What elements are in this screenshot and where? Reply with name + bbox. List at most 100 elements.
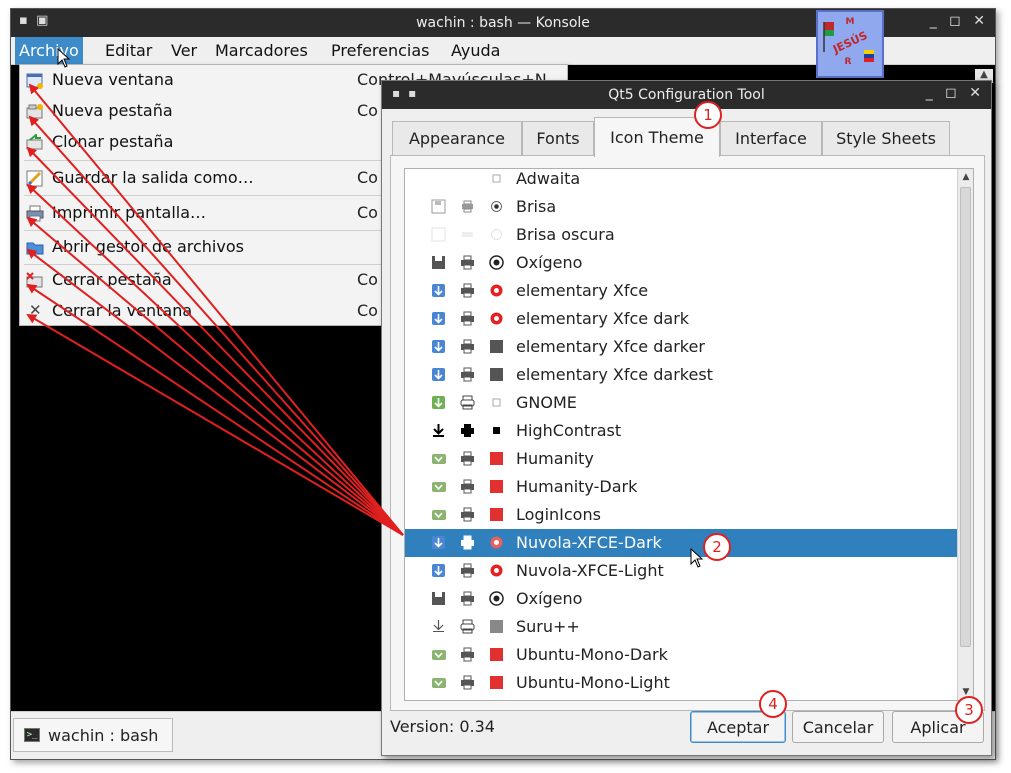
theme-preview-radio-icon	[490, 368, 503, 381]
theme-preview-radio-icon	[490, 508, 503, 521]
mouse-cursor	[57, 48, 71, 68]
annotation-badge-2: 2	[703, 533, 731, 561]
theme-row[interactable]: Oxígeno	[405, 585, 957, 613]
theme-row[interactable]: Brisa oscura	[405, 221, 957, 249]
theme-row[interactable]: elementary Xfce darker	[405, 333, 957, 361]
theme-row[interactable]: Suru++	[405, 613, 957, 641]
theme-preview-save-icon	[432, 650, 446, 660]
theme-preview-save-icon	[432, 396, 445, 409]
theme-preview-save-icon	[432, 564, 445, 577]
menu-preferencias[interactable]: Preferencias	[327, 41, 434, 60]
theme-preview-print-icon	[461, 311, 474, 326]
theme-preview-radio-icon	[490, 452, 503, 465]
tab-appearance[interactable]: Appearance	[392, 121, 522, 155]
theme-row[interactable]: Ubuntu-Mono-Light	[405, 669, 957, 697]
theme-preview-save-icon	[432, 284, 445, 297]
new-window-icon	[26, 73, 43, 89]
theme-preview-print-icon	[461, 339, 474, 354]
theme-preview-save-icon	[432, 482, 446, 492]
theme-preview-print-icon	[461, 535, 474, 550]
theme-row[interactable]: Nuvola-XFCE-Dark	[405, 529, 957, 557]
theme-name: Brisa	[516, 197, 557, 216]
menu-editar[interactable]: Editar	[101, 41, 156, 60]
new-tab-icon	[26, 104, 43, 119]
menu-marcadores[interactable]: Marcadores	[211, 41, 312, 60]
theme-preview-print-icon	[461, 591, 474, 606]
theme-preview-save-icon	[432, 510, 446, 520]
list-scrollbar[interactable]: ▲ ▼	[957, 169, 973, 700]
theme-row[interactable]: GNOME	[405, 389, 957, 417]
logo-graphic: M JESÚS R	[818, 12, 882, 76]
theme-row[interactable]: Humanity	[405, 445, 957, 473]
icon-theme-list[interactable]: Adwaita Brisa Brisa oscura Oxígeno elementar…	[404, 168, 974, 701]
menu-ver[interactable]: Ver	[167, 41, 201, 60]
theme-preview-print-icon	[462, 232, 473, 237]
annotation-badge-4: 4	[759, 690, 787, 718]
save-output-icon	[26, 170, 43, 187]
theme-row[interactable]: Oxígeno	[405, 249, 957, 277]
theme-preview-print-icon	[460, 395, 475, 410]
tab-style-sheets[interactable]: Style Sheets	[822, 121, 950, 155]
window-controls[interactable]: _ ◻ ✕	[930, 13, 989, 29]
print-icon	[26, 205, 44, 222]
theme-name: Nuvola-XFCE-Light	[516, 561, 664, 580]
theme-preview-radio-icon	[490, 620, 503, 633]
terminal-tab[interactable]: >_ wachin : bash	[13, 718, 173, 752]
theme-row[interactable]: Humanity-Dark	[405, 473, 957, 501]
theme-preview-print-icon	[461, 647, 474, 662]
theme-name: LoginIcons	[516, 505, 601, 524]
theme-preview-print-icon	[461, 507, 474, 522]
theme-preview-save-icon	[432, 368, 445, 381]
folder-icon	[26, 242, 44, 255]
theme-preview-radio-icon	[490, 564, 503, 577]
theme-preview-radio-icon	[490, 312, 503, 325]
qt5ct-titlebar[interactable]: ▪▪ Qt5 Configuration Tool _ ◻ ✕	[382, 81, 991, 109]
theme-preview-save-icon	[432, 454, 446, 464]
theme-preview-print-icon	[462, 200, 473, 213]
theme-name: Ubuntu-Mono-Dark	[516, 645, 668, 664]
clone-tab-icon	[26, 134, 43, 150]
theme-preview-radio-icon	[489, 255, 504, 270]
menu-archivo[interactable]: Archivo	[15, 37, 83, 65]
tab-interface[interactable]: Interface	[720, 121, 822, 155]
terminal-icon: >_	[24, 728, 40, 742]
cancel-button[interactable]: Cancelar	[792, 711, 884, 743]
theme-row[interactable]: Ubuntu-Mono-Dark	[405, 641, 957, 669]
theme-row[interactable]: Adwaita	[405, 169, 957, 193]
mouse-cursor	[690, 548, 704, 568]
annotation-badge-1: 1	[694, 101, 722, 129]
window-controls[interactable]: _ ◻ ✕	[926, 85, 985, 101]
theme-row[interactable]: Brisa	[405, 193, 957, 221]
version-label: Version: 0.34	[390, 717, 495, 736]
theme-preview-print-icon	[461, 424, 474, 437]
theme-preview-print-icon	[461, 675, 474, 690]
theme-name: HighContrast	[516, 421, 622, 440]
theme-preview-radio-icon	[490, 536, 503, 549]
tab-fonts[interactable]: Fonts	[522, 121, 594, 155]
scroll-thumb[interactable]	[960, 187, 971, 647]
theme-row[interactable]: LoginIcons	[405, 501, 957, 529]
theme-name: Oxígeno	[516, 253, 583, 272]
theme-row[interactable]: elementary Xfce darkest	[405, 361, 957, 389]
theme-row[interactable]: elementary Xfce dark	[405, 305, 957, 333]
theme-preview-print-icon	[460, 619, 475, 634]
icon-theme-pane: Adwaita Brisa Brisa oscura Oxígeno elementar…	[390, 155, 985, 711]
theme-name: Oxígeno	[516, 589, 583, 608]
theme-row[interactable]: elementary Xfce	[405, 277, 957, 305]
theme-name: GNOME	[516, 393, 577, 412]
annotation-badge-3: 3	[955, 696, 983, 724]
theme-row[interactable]: Nuvola-XFCE-Light	[405, 557, 957, 585]
theme-name: elementary Xfce dark	[516, 309, 690, 328]
theme-preview-radio-icon	[490, 480, 503, 493]
theme-preview-save-icon	[431, 227, 446, 242]
scroll-up-arrow[interactable]: ▲	[958, 169, 973, 185]
theme-preview-print-icon	[461, 255, 474, 270]
theme-name: Suru++	[516, 617, 580, 636]
theme-preview-radio-icon	[490, 648, 503, 661]
theme-preview-print-icon	[461, 451, 474, 466]
theme-preview-save-icon	[432, 312, 445, 325]
menu-ayuda[interactable]: Ayuda	[447, 41, 504, 60]
theme-name: Humanity-Dark	[516, 477, 638, 496]
theme-row[interactable]: HighContrast	[405, 417, 957, 445]
theme-preview-radio-icon	[489, 591, 504, 606]
